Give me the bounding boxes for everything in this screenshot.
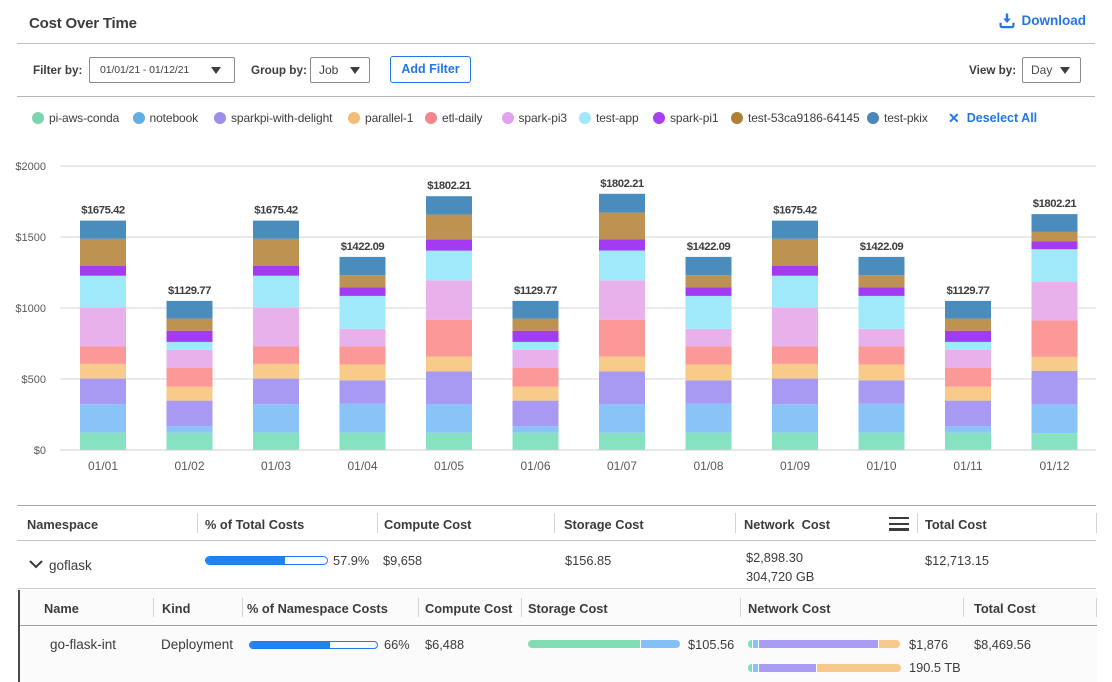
svg-text:01/01: 01/01 bbox=[88, 459, 118, 473]
svg-text:01/08: 01/08 bbox=[693, 459, 723, 473]
svg-text:$1500: $1500 bbox=[15, 232, 46, 244]
svg-text:$1422.09: $1422.09 bbox=[341, 241, 385, 253]
svg-text:01/03: 01/03 bbox=[261, 459, 291, 473]
svg-text:$1802.21: $1802.21 bbox=[1033, 198, 1077, 210]
svg-text:$1422.09: $1422.09 bbox=[860, 241, 904, 253]
svg-text:01/07: 01/07 bbox=[607, 459, 637, 473]
svg-text:$1422.09: $1422.09 bbox=[687, 241, 731, 253]
svg-text:01/12: 01/12 bbox=[1039, 459, 1069, 473]
svg-text:$0: $0 bbox=[34, 445, 46, 457]
svg-text:$2000: $2000 bbox=[15, 161, 46, 173]
svg-text:$500: $500 bbox=[22, 374, 46, 386]
svg-text:$1129.77: $1129.77 bbox=[168, 285, 211, 297]
svg-text:$1000: $1000 bbox=[15, 303, 46, 315]
svg-text:01/10: 01/10 bbox=[866, 459, 896, 473]
svg-text:01/06: 01/06 bbox=[520, 459, 550, 473]
svg-text:01/09: 01/09 bbox=[780, 459, 810, 473]
svg-text:01/05: 01/05 bbox=[434, 459, 464, 473]
svg-text:$1129.77: $1129.77 bbox=[514, 285, 557, 297]
svg-text:$1675.42: $1675.42 bbox=[254, 205, 298, 217]
svg-text:$1675.42: $1675.42 bbox=[773, 205, 817, 217]
svg-text:$1802.21: $1802.21 bbox=[427, 180, 471, 192]
svg-text:$1802.21: $1802.21 bbox=[600, 178, 644, 190]
svg-text:01/04: 01/04 bbox=[347, 459, 377, 473]
svg-text:01/02: 01/02 bbox=[174, 459, 204, 473]
svg-text:$1675.42: $1675.42 bbox=[81, 205, 125, 217]
svg-text:$1129.77: $1129.77 bbox=[947, 285, 990, 297]
svg-text:01/11: 01/11 bbox=[953, 459, 982, 473]
